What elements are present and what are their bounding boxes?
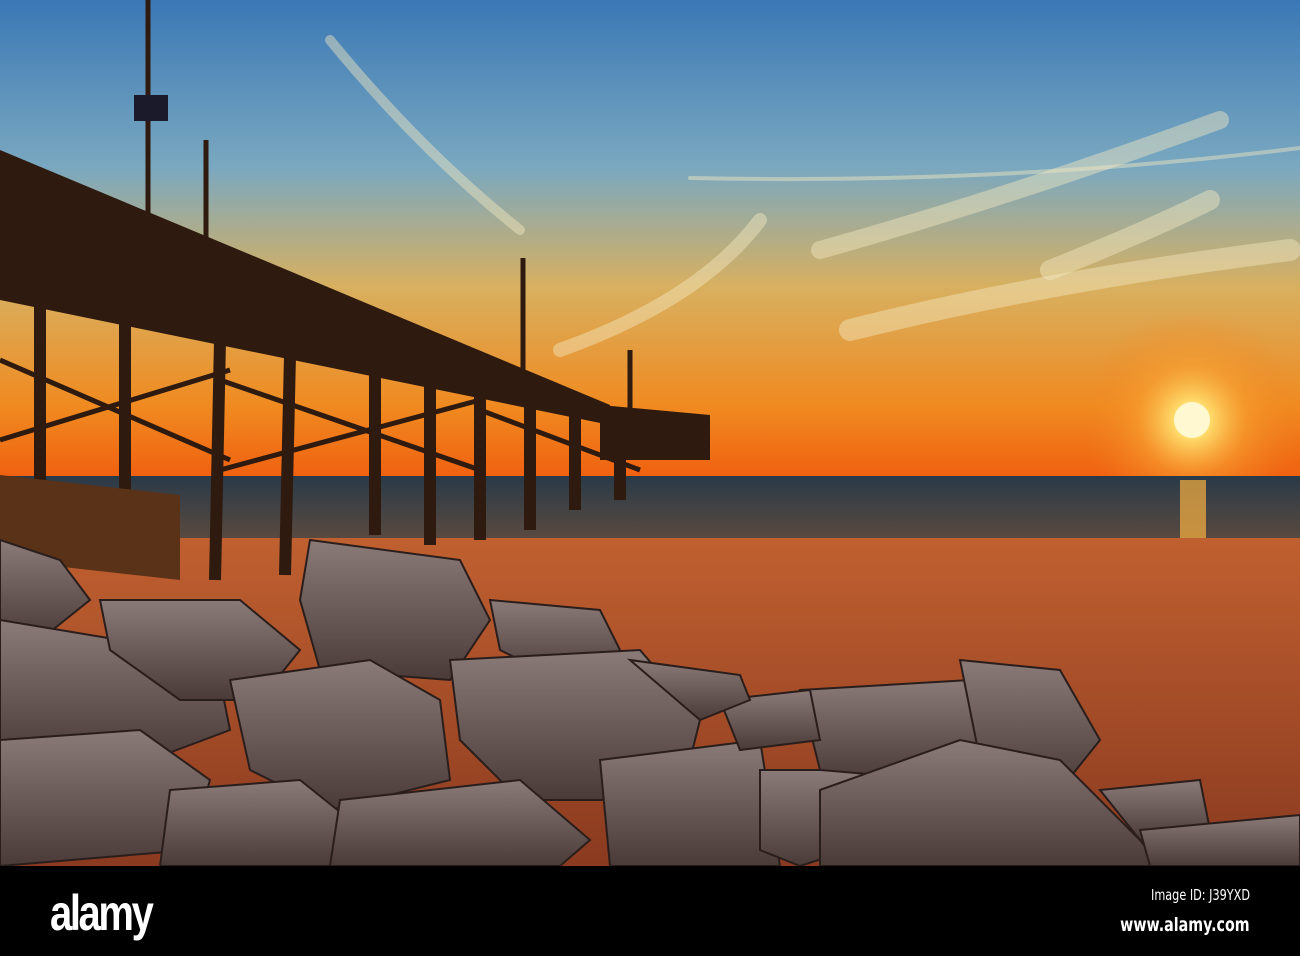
sun bbox=[1174, 402, 1210, 438]
watermark-bar: alamy Image ID: J39YXD www.alamy.com bbox=[0, 866, 1300, 956]
image-id-label: Image ID: J39YXD bbox=[1150, 886, 1250, 904]
ocean bbox=[0, 476, 1300, 540]
stock-photo-page: alamy Image ID: J39YXD www.alamy.com bbox=[0, 0, 1300, 956]
website-link[interactable]: www.alamy.com bbox=[1121, 914, 1250, 936]
sun-reflection bbox=[1180, 480, 1206, 540]
sunset-pier-photo bbox=[0, 0, 1300, 866]
alamy-logo[interactable]: alamy bbox=[50, 884, 154, 942]
